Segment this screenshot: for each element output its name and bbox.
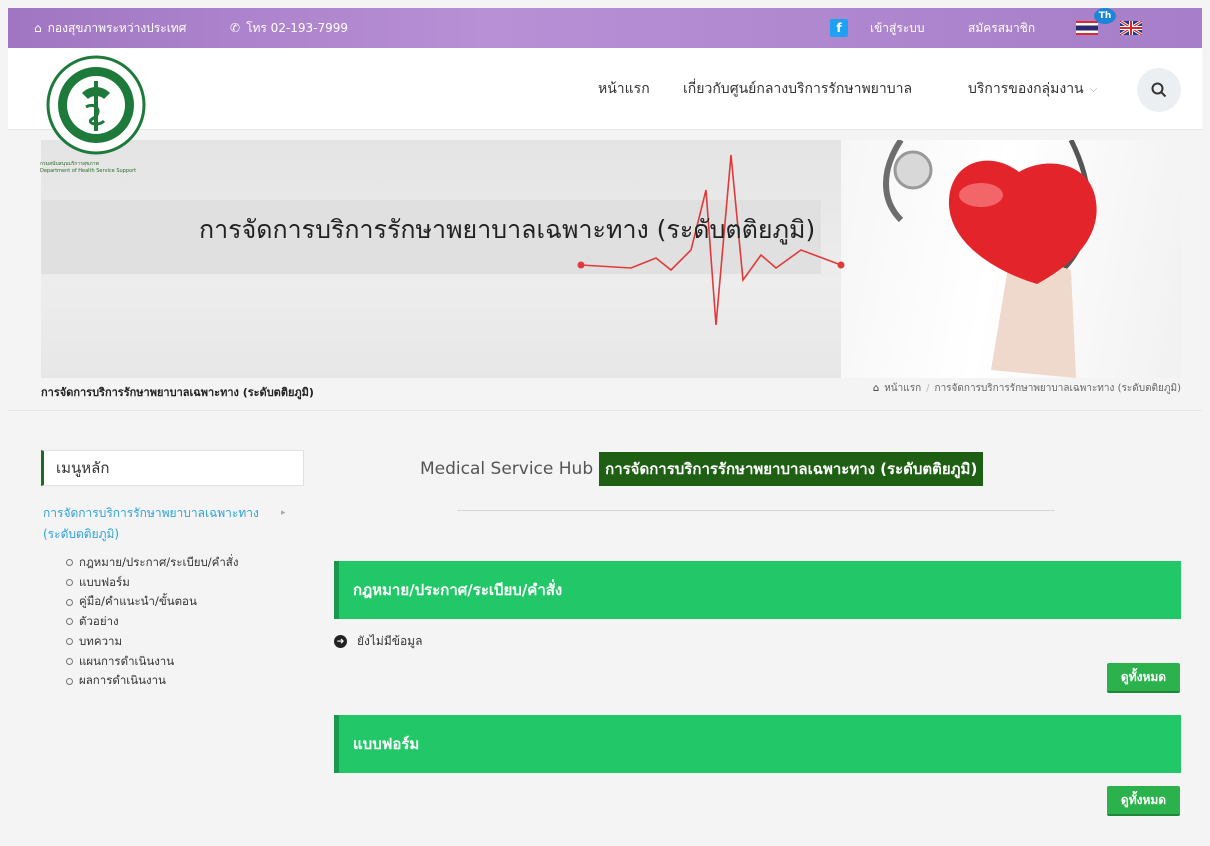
empty-message: ➜ ยังไม่มีข้อมูล [334, 632, 422, 651]
search-button[interactable] [1137, 68, 1181, 112]
home-icon: ⌂ [872, 383, 880, 394]
empty-text: ยังไม่มีข้อมูล [357, 634, 423, 648]
org-link[interactable]: ⌂ กองสุขภาพระหว่างประเทศ [34, 8, 186, 48]
section-title: แบบฟอร์ม [353, 735, 420, 753]
sidebar-item-label: บทความ [79, 633, 123, 648]
sidebar-heading: เมนูหลัก [41, 450, 304, 486]
facebook-button[interactable]: f [830, 8, 848, 48]
top-bar: ⌂ กองสุขภาพระหว่างประเทศ ✆ โทร 02-193-79… [8, 8, 1202, 48]
ministry-seal-icon [46, 55, 146, 155]
sidebar-main-label: การจัดการบริการรักษาพยาบาลเฉพาะทาง (ระดั… [43, 506, 259, 541]
arrow-circle-icon: ➜ [334, 635, 347, 648]
uk-flag-icon [1120, 21, 1142, 35]
view-all-button-forms[interactable]: ดูทั้งหมด [1107, 786, 1180, 816]
hub-english-title: Medical Service Hub [420, 459, 594, 479]
site-header: หน้าแรก เกี่ยวกับศูนย์กลางบริการรักษาพยา… [8, 48, 1202, 130]
section-header-law: กฎหมาย/ประกาศ/ระเบียบ/คำสั่ง [334, 561, 1181, 619]
sidebar-item-articles[interactable]: บทความ [66, 632, 238, 652]
sidebar-item-label: ผลการดำเนินงาน [79, 673, 166, 688]
logo-caption-english: Department of Health Service Support [40, 168, 137, 174]
doctor-heart-image [841, 140, 1181, 378]
bullet-icon [66, 559, 73, 567]
sidebar-item-label: กฎหมาย/ประกาศ/ระเบียบ/คำสั่ง [79, 555, 239, 569]
sidebar-item-label: คู่มือ/คำแนะนำ/ขั้นตอน [79, 594, 197, 609]
hub-thai-title: การจัดการบริการรักษาพยาบาลเฉพาะทาง (ระดั… [599, 452, 984, 486]
bullet-icon [66, 598, 73, 606]
org-label: กองสุขภาพระหว่างประเทศ [47, 20, 187, 35]
sidebar-item-label: ตัวอย่าง [79, 614, 119, 629]
home-icon: ⌂ [34, 21, 42, 35]
phone-icon: ✆ [230, 21, 241, 35]
sidebar-item-label: แผนการดำเนินงาน [79, 653, 175, 668]
language-badge: Th [1094, 8, 1116, 24]
bullet-icon [66, 638, 73, 646]
ministry-logo[interactable] [46, 55, 146, 159]
chevron-right-icon: ▸ [281, 508, 286, 518]
facebook-icon: f [830, 19, 848, 37]
bullet-icon [66, 618, 73, 626]
bullet-icon [66, 677, 73, 685]
breadcrumb: ⌂ หน้าแรก / การจัดการบริการรักษาพยาบาลเฉ… [873, 381, 1181, 396]
breadcrumb-separator: / [926, 383, 930, 394]
sidebar-item-plan[interactable]: แผนการดำเนินงาน [66, 652, 238, 672]
hub-heading: Medical Service Hub การจัดการบริการรักษา… [420, 452, 984, 486]
thai-flag-icon [1076, 21, 1098, 35]
login-link[interactable]: เข้าสู่ระบบ [870, 8, 925, 48]
sidebar-submenu: กฎหมาย/ประกาศ/ระเบียบ/คำสั่ง แบบฟอร์ม คู… [66, 553, 238, 691]
sidebar-item-label: แบบฟอร์ม [79, 574, 130, 589]
search-icon [1151, 82, 1167, 98]
phone-label: โทร 02-193-7999 [246, 20, 349, 35]
english-language-button[interactable] [1120, 8, 1142, 48]
section-header-forms: แบบฟอร์ม [334, 715, 1181, 773]
nav-services-label: บริการของกลุ่มงาน [968, 81, 1084, 97]
divider [8, 410, 1202, 411]
breadcrumb-home[interactable]: หน้าแรก [884, 381, 921, 396]
page-title: การจัดการบริการรักษาพยาบาลเฉพาะทาง (ระดั… [41, 386, 314, 399]
sidebar-main-item[interactable]: การจัดการบริการรักษาพยาบาลเฉพาะทาง (ระดั… [43, 503, 293, 545]
nav-services[interactable]: บริการของกลุ่มงาน ⌵ [968, 48, 1097, 130]
sidebar-item-law[interactable]: กฎหมาย/ประกาศ/ระเบียบ/คำสั่ง [66, 553, 238, 573]
logo-caption: กรมสนับสนุนบริการสุขภาพ Department of He… [40, 161, 136, 175]
chevron-down-icon: ⌵ [1089, 83, 1098, 95]
section-title: กฎหมาย/ประกาศ/ระเบียบ/คำสั่ง [353, 581, 563, 599]
page-heading-bar: การจัดการบริการรักษาพยาบาลเฉพาะทาง (ระดั… [41, 381, 1181, 407]
sidebar-item-manual[interactable]: คู่มือ/คำแนะนำ/ขั้นตอน [66, 592, 238, 612]
banner-title: การจัดการบริการรักษาพยาบาลเฉพาะทาง (ระดั… [199, 215, 816, 244]
view-all-button-law[interactable]: ดูทั้งหมด [1107, 663, 1180, 693]
logo-caption-thai: กรมสนับสนุนบริการสุขภาพ [40, 161, 99, 167]
hub-underline [457, 510, 1055, 511]
nav-about[interactable]: เกี่ยวกับศูนย์กลางบริการรักษาพยาบาล [683, 48, 912, 130]
page-banner: การจัดการบริการรักษาพยาบาลเฉพาะทาง (ระดั… [41, 140, 1181, 378]
register-link[interactable]: สมัครสมาชิก [968, 8, 1035, 48]
bullet-icon [66, 579, 73, 587]
breadcrumb-current: การจัดการบริการรักษาพยาบาลเฉพาะทาง (ระดั… [934, 383, 1181, 394]
phone-info: ✆ โทร 02-193-7999 [230, 8, 348, 48]
sidebar-item-forms[interactable]: แบบฟอร์ม [66, 573, 238, 593]
bullet-icon [66, 657, 73, 665]
sidebar-item-results[interactable]: ผลการดำเนินงาน [66, 671, 238, 691]
sidebar-item-examples[interactable]: ตัวอย่าง [66, 612, 238, 632]
nav-home[interactable]: หน้าแรก [598, 48, 650, 130]
